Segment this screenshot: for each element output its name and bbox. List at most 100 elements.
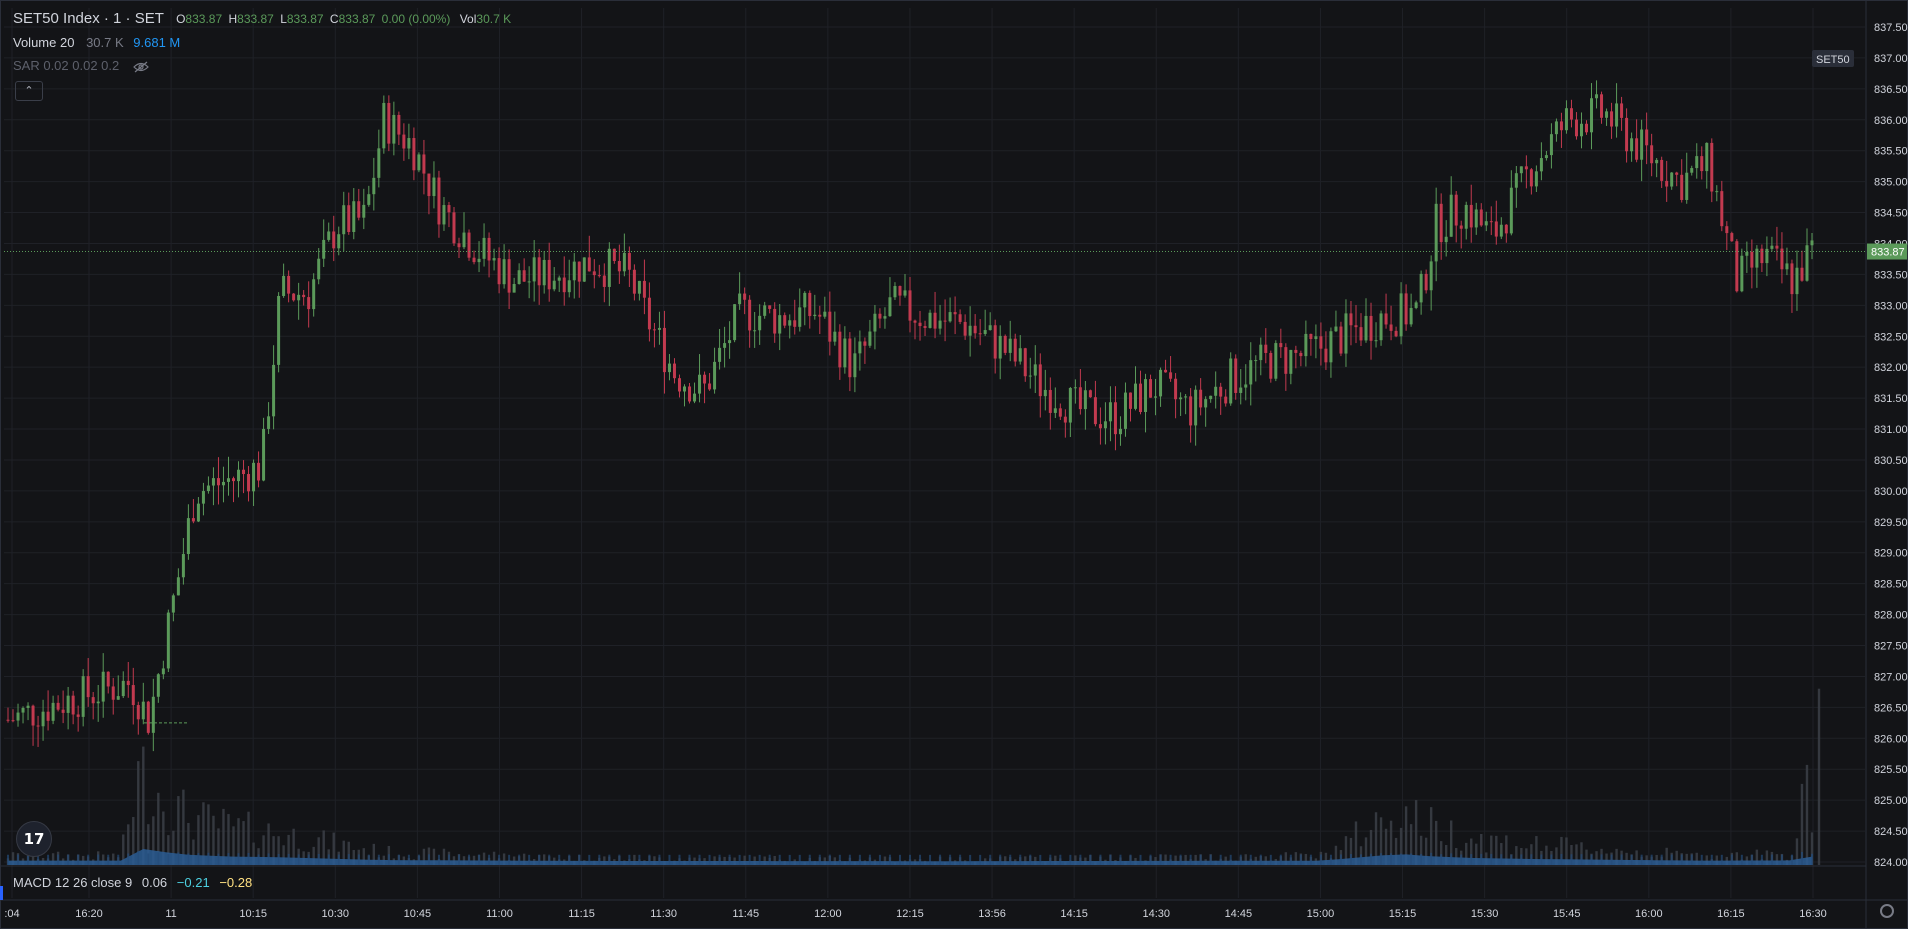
candle-body — [592, 271, 596, 276]
candle-body — [502, 259, 506, 285]
candle-body — [1389, 324, 1393, 331]
volume-bar — [1480, 853, 1483, 865]
volume-bar — [1780, 854, 1783, 865]
collapse-legend-button[interactable]: ⌃ — [15, 81, 43, 101]
candle-body — [327, 231, 331, 240]
volume-bar — [1139, 854, 1142, 865]
candle-body — [883, 316, 887, 319]
candle-body — [1374, 340, 1378, 342]
candle-body — [1334, 326, 1338, 332]
candle-body — [798, 307, 802, 327]
candle-body — [1700, 156, 1704, 172]
candle-body — [1319, 336, 1323, 349]
gear-icon[interactable] — [1880, 904, 1894, 918]
volume-bar — [1380, 853, 1383, 865]
candle-body — [1605, 111, 1609, 118]
candle-body — [1379, 313, 1383, 341]
tradingview-logo[interactable]: 17 — [16, 821, 52, 857]
candle-body — [81, 676, 85, 717]
volume-bar — [327, 854, 330, 865]
candle-body — [282, 275, 286, 296]
low-label: L — [280, 12, 287, 26]
candle-body — [1564, 108, 1568, 131]
volume-bar — [658, 854, 661, 865]
candle-body — [1073, 387, 1077, 389]
candle-body — [1154, 396, 1158, 398]
volume-bar — [768, 854, 771, 865]
candle-body — [1134, 383, 1137, 409]
change-value: 0.00 (0.00%) — [381, 12, 451, 26]
candle-body — [61, 709, 65, 713]
candle-body — [206, 485, 210, 492]
volume-bar — [1720, 854, 1723, 865]
y-tick-label: 835.50 — [1874, 146, 1908, 158]
volume-bar — [1430, 852, 1433, 865]
candle-body — [1434, 203, 1438, 262]
symbol-badge-label[interactable]: SET50 — [1816, 54, 1850, 66]
candle-body — [507, 259, 511, 293]
candle-body — [652, 329, 656, 331]
volume-bar — [1490, 853, 1493, 865]
y-tick-label: 828.50 — [1874, 579, 1908, 591]
x-tick-label: :04 — [4, 908, 19, 920]
candle-body — [1534, 171, 1538, 187]
candle-body — [1339, 326, 1343, 354]
volume-bar — [247, 853, 250, 865]
candle-body — [983, 330, 987, 334]
candle-body — [542, 259, 546, 286]
x-tick-label: 10:45 — [404, 908, 432, 920]
candle-body — [723, 343, 727, 348]
candle-body — [1549, 134, 1553, 156]
volume-legend[interactable]: Volume 20 30.7 K 9.681 M — [13, 35, 183, 50]
candle-body — [1424, 273, 1428, 291]
eye-off-icon[interactable] — [133, 61, 149, 73]
candle-body — [632, 269, 636, 294]
volume-bar — [1610, 854, 1613, 865]
candle-body — [91, 697, 95, 704]
candle-body — [96, 701, 100, 704]
candle-body — [1544, 155, 1548, 159]
x-tick-label: 15:00 — [1307, 908, 1335, 920]
candle-body — [1118, 428, 1122, 435]
candle-body — [1214, 386, 1218, 396]
candle-body — [933, 312, 937, 329]
volume-bar — [488, 854, 491, 865]
volume-bar — [177, 852, 180, 865]
y-tick-label: 830.50 — [1874, 455, 1908, 467]
candle-body — [1680, 174, 1684, 200]
chart-canvas[interactable]: 837.50 837.00 836.50 836.00 835.50 835.00 834.… — [0, 0, 1908, 929]
macd-value-2: −0.21 — [176, 875, 210, 890]
candle-body — [863, 341, 867, 346]
candle-body — [347, 205, 351, 232]
volume-bar — [227, 853, 230, 865]
candle-body — [988, 325, 992, 331]
logo-text: 17 — [23, 830, 45, 848]
volume-bar — [568, 854, 571, 865]
volume-bar — [1440, 854, 1443, 865]
sar-legend[interactable]: SAR 0.02 0.02 0.2 — [13, 58, 149, 73]
volume-bar — [407, 854, 410, 865]
candle-body — [1665, 180, 1669, 187]
volume-bar — [277, 853, 280, 865]
candle-body — [216, 478, 220, 486]
volume-bar — [1420, 853, 1423, 865]
candle-body — [1635, 138, 1639, 160]
candle-body — [422, 154, 426, 174]
candle-body — [1063, 416, 1067, 423]
candle-body — [1048, 389, 1052, 413]
candle-body — [713, 361, 717, 390]
candle-body — [617, 261, 621, 272]
volume-bar — [1249, 854, 1252, 865]
volume-bar — [1690, 854, 1693, 865]
volume-ma-value: 9.681 M — [133, 35, 181, 50]
x-tick-label: 14:30 — [1142, 908, 1170, 920]
volume-bar — [1700, 854, 1703, 865]
volume-bar — [1580, 854, 1583, 865]
candle-body — [1494, 221, 1498, 237]
macd-legend[interactable]: MACD 12 26 close 9 0.06 −0.21 −0.28 — [13, 875, 252, 890]
y-tick-label: 833.50 — [1874, 269, 1908, 281]
candle-body — [1444, 236, 1448, 243]
candle-body — [1093, 397, 1097, 425]
volume-bar — [1817, 688, 1821, 865]
volume-bar — [838, 854, 841, 865]
